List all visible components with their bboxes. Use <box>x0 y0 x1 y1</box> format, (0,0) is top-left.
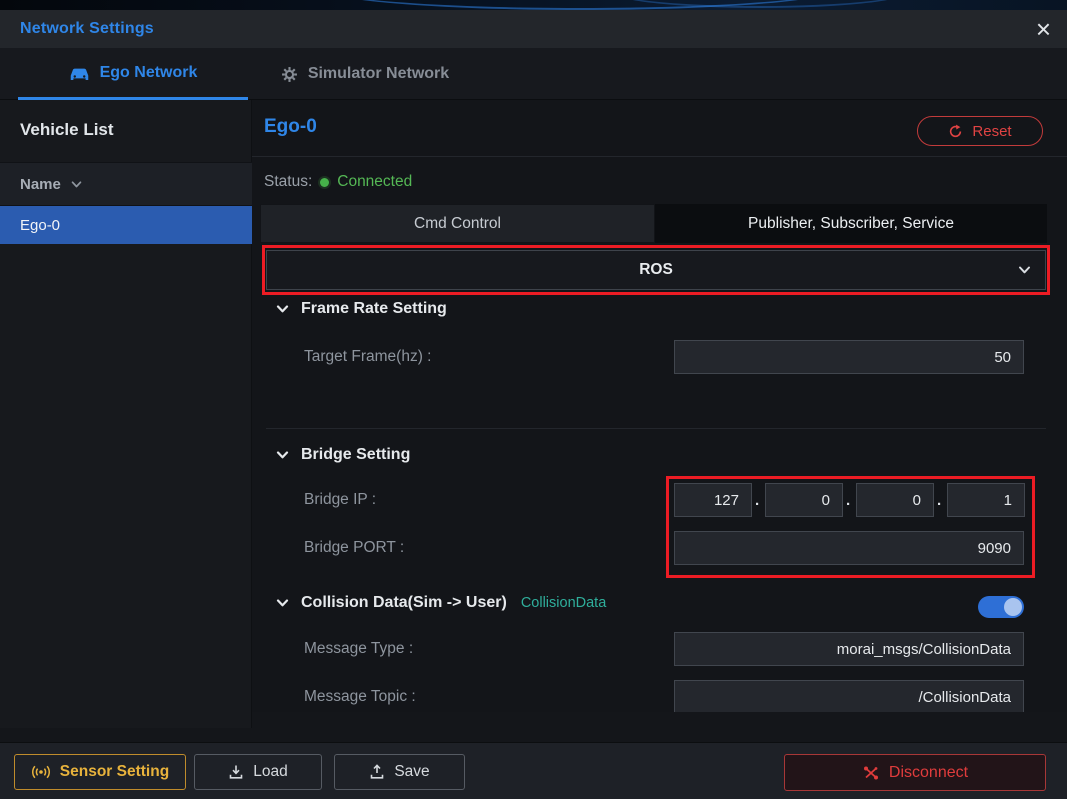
collision-data-tag: CollisionData <box>520 595 607 611</box>
section-collision-data[interactable]: Collision Data(Sim -> User) CollisionDat… <box>276 594 606 612</box>
vehicle-list-title: Vehicle List <box>20 120 114 139</box>
tab-ego-network[interactable]: Ego Network <box>18 48 248 100</box>
ip-separator: . <box>755 492 760 509</box>
protocol-value: ROS <box>639 261 673 278</box>
target-frame-input[interactable] <box>674 340 1024 374</box>
sensor-setting-label: Sensor Setting <box>59 763 170 780</box>
dialog-title: Network Settings <box>20 20 154 37</box>
target-frame-label: Target Frame(hz) : <box>304 348 432 365</box>
bridge-port-input[interactable] <box>674 531 1024 565</box>
vehicle-list-sort-header[interactable]: Name <box>0 162 252 206</box>
status-row: Status: Connected <box>264 168 412 196</box>
divider <box>252 156 1067 157</box>
bridge-port-label: Bridge PORT : <box>304 539 405 556</box>
status-dot-icon <box>320 177 330 187</box>
reset-button[interactable]: Reset <box>917 116 1043 146</box>
section-title: Collision Data(Sim -> User) <box>301 594 507 611</box>
status-label: Status: <box>264 173 313 190</box>
save-button[interactable]: Save <box>334 754 465 790</box>
bridge-ip-octet-1-input[interactable] <box>674 483 752 517</box>
bridge-ip-octet-4-input[interactable] <box>947 483 1025 517</box>
tab-simulator-network[interactable]: Simulator Network <box>262 48 468 100</box>
chevron-down-icon <box>71 180 82 188</box>
screen: Network Settings × Ego Network Simulator… <box>0 0 1067 799</box>
section-bridge-setting[interactable]: Bridge Setting <box>276 446 410 464</box>
vehicle-list-item-ego0[interactable]: Ego-0 <box>0 206 252 244</box>
reset-label: Reset <box>972 122 1012 140</box>
upload-icon <box>369 764 385 780</box>
chevron-down-icon <box>276 451 289 459</box>
load-button[interactable]: Load <box>194 754 322 790</box>
column-header-label: Name <box>20 175 61 193</box>
vehicle-list-panel: Vehicle List Name Ego-0 <box>0 100 252 728</box>
protocol-dropdown[interactable]: ROS <box>266 250 1046 290</box>
close-icon[interactable]: × <box>1036 10 1051 48</box>
dialog-titlebar: Network Settings × <box>0 10 1067 48</box>
section-frame-rate-setting[interactable]: Frame Rate Setting <box>276 300 447 318</box>
chevron-down-icon <box>276 305 289 313</box>
subtab-publisher-subscriber-service[interactable]: Publisher, Subscriber, Service <box>655 204 1047 243</box>
vehicle-title: Ego-0 <box>264 116 317 137</box>
vehicle-item-label: Ego-0 <box>20 216 61 234</box>
section-title: Bridge Setting <box>301 446 411 463</box>
ip-separator: . <box>846 492 851 509</box>
car-icon <box>69 65 90 81</box>
toggle-knob <box>1004 598 1022 616</box>
divider <box>266 428 1046 429</box>
bridge-ip-label: Bridge IP : <box>304 491 377 508</box>
disconnect-button[interactable]: Disconnect <box>784 754 1046 791</box>
message-type-label: Message Type : <box>304 640 414 657</box>
tab-label: Simulator Network <box>307 65 450 82</box>
ip-separator: . <box>937 492 942 509</box>
subtab-label: Publisher, Subscriber, Service <box>748 214 954 232</box>
sensor-setting-button[interactable]: Sensor Setting <box>14 754 186 790</box>
collision-data-toggle[interactable] <box>978 596 1024 618</box>
download-icon <box>228 764 244 780</box>
save-label: Save <box>394 763 430 780</box>
bridge-ip-octet-2-input[interactable] <box>765 483 843 517</box>
disconnect-icon <box>862 765 880 781</box>
bridge-ip-octet-3-input[interactable] <box>856 483 934 517</box>
disconnect-label: Disconnect <box>888 763 969 781</box>
broadcast-icon <box>31 764 51 780</box>
chevron-down-icon <box>1018 266 1031 274</box>
vehicle-network-panel: Ego-0 Reset Status: Connected Cmd Contro… <box>252 100 1067 712</box>
subtab-cmd-control[interactable]: Cmd Control <box>260 204 655 243</box>
section-title: Frame Rate Setting <box>301 300 447 317</box>
network-tabbar: Ego Network Simulator Network <box>0 48 1067 100</box>
footer-bar: Sensor Setting Load Save Disconnect <box>0 742 1067 799</box>
chevron-down-icon <box>276 599 289 607</box>
load-label: Load <box>253 763 288 780</box>
message-topic-label: Message Topic : <box>304 688 416 705</box>
message-type-input[interactable] <box>674 632 1024 666</box>
status-value: Connected <box>337 173 413 190</box>
message-topic-input[interactable] <box>674 680 1024 712</box>
subtab-label: Cmd Control <box>414 214 501 232</box>
tab-label: Ego Network <box>99 63 198 81</box>
refresh-icon <box>948 124 963 139</box>
gear-icon <box>281 66 298 83</box>
